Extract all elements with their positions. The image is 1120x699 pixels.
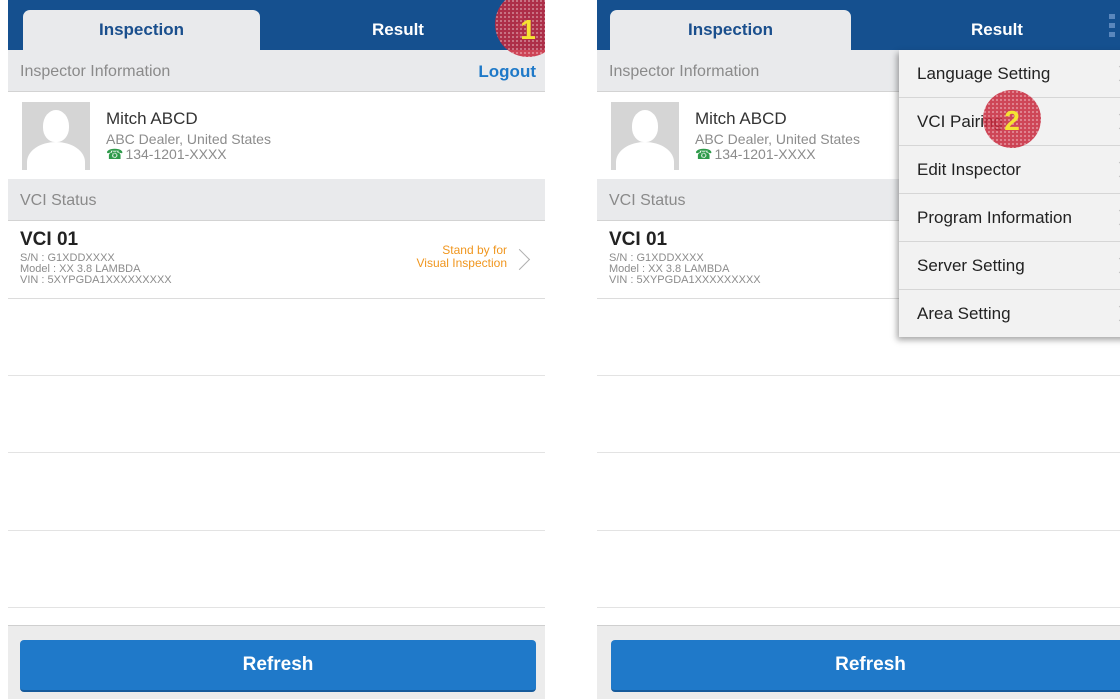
inspector-dealer: ABC Dealer, United States xyxy=(106,131,271,147)
vci-name: VCI 01 xyxy=(20,229,79,250)
menu-item-program-information[interactable]: Program Information xyxy=(899,194,1120,242)
inspector-name: Mitch ABCD xyxy=(106,109,198,128)
vci-status-badge: Stand by for Visual Inspection xyxy=(416,244,507,270)
divider xyxy=(8,375,545,376)
menu-item-label: Server Setting xyxy=(917,256,1025,275)
phone-icon: ☎ xyxy=(695,146,713,162)
section-title: Inspector Information xyxy=(20,63,171,80)
vci-name: VCI 01 xyxy=(609,229,668,250)
chevron-right-icon xyxy=(508,248,531,271)
inspector-name: Mitch ABCD xyxy=(695,109,787,128)
status-line: Visual Inspection xyxy=(416,256,507,270)
divider xyxy=(597,607,1120,608)
section-title: VCI Status xyxy=(609,192,686,209)
tab-inspection[interactable]: Inspection xyxy=(610,10,851,50)
inspector-information-header: Inspector Information Logout xyxy=(8,50,545,92)
top-bar: Inspection Result xyxy=(597,0,1120,50)
menu-item-server-setting[interactable]: Server Setting xyxy=(899,242,1120,290)
divider xyxy=(597,375,1120,376)
inspector-phone: ☎ 134-1201-XXXX xyxy=(106,146,227,163)
chevron-right-icon xyxy=(1111,65,1120,82)
screen-left: Inspection Result Inspector Information … xyxy=(8,0,545,699)
menu-item-edit-inspector[interactable]: Edit Inspector xyxy=(899,146,1120,194)
step-badge: 2 xyxy=(983,90,1041,148)
divider xyxy=(8,607,545,608)
menu-item-label: Language Setting xyxy=(917,64,1051,83)
avatar xyxy=(611,102,679,170)
inspector-phone: ☎ 134-1201-XXXX xyxy=(695,146,816,163)
chevron-right-icon xyxy=(1111,113,1120,130)
section-title: VCI Status xyxy=(20,192,97,209)
overflow-menu-icon[interactable] xyxy=(1109,14,1115,38)
tab-result[interactable]: Result xyxy=(278,10,518,50)
divider xyxy=(597,452,1120,453)
menu-item-label: Area Setting xyxy=(917,304,1011,323)
bottom-bar: Refresh xyxy=(597,625,1120,699)
divider xyxy=(8,452,545,453)
top-bar: Inspection Result xyxy=(8,0,545,50)
inspector-profile: Mitch ABCD ABC Dealer, United States ☎ 13… xyxy=(8,93,545,178)
chevron-right-icon xyxy=(1111,305,1120,322)
vci-vin: VIN : 5XYPGDA1XXXXXXXXX xyxy=(609,274,761,286)
tab-result[interactable]: Result xyxy=(877,10,1117,50)
divider xyxy=(597,530,1120,531)
phone-number: 134-1201-XXXX xyxy=(125,146,227,162)
menu-item-label: Program Information xyxy=(917,208,1072,227)
divider xyxy=(8,530,545,531)
menu-item-area-setting[interactable]: Area Setting xyxy=(899,290,1120,337)
vci-list-item[interactable]: VCI 01 S/N : G1XDDXXXX Model : XX 3.8 LA… xyxy=(8,221,545,299)
phone-icon: ☎ xyxy=(106,146,124,162)
vci-status-header: VCI Status xyxy=(8,179,545,221)
refresh-button[interactable]: Refresh xyxy=(611,640,1120,692)
tab-inspection[interactable]: Inspection xyxy=(23,10,260,50)
chevron-right-icon xyxy=(1111,209,1120,226)
chevron-right-icon xyxy=(1111,257,1120,274)
phone-number: 134-1201-XXXX xyxy=(714,146,816,162)
refresh-button[interactable]: Refresh xyxy=(20,640,536,692)
menu-item-label: Edit Inspector xyxy=(917,160,1021,179)
inspector-dealer: ABC Dealer, United States xyxy=(695,131,860,147)
screen-right: Inspection Result Inspector Information … xyxy=(597,0,1120,699)
avatar xyxy=(22,102,90,170)
section-title: Inspector Information xyxy=(609,63,760,80)
chevron-right-icon xyxy=(1111,161,1120,178)
vci-vin: VIN : 5XYPGDA1XXXXXXXXX xyxy=(20,274,172,286)
bottom-bar: Refresh xyxy=(8,625,545,699)
